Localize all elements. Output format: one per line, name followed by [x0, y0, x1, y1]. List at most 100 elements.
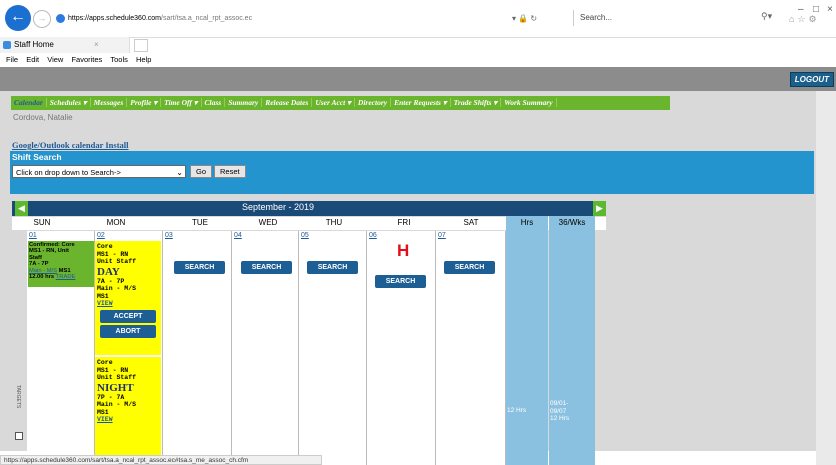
- date-link-04[interactable]: 04: [234, 232, 242, 239]
- cal-day-sat-07: 07 SEARCH: [436, 231, 506, 465]
- nav-directory[interactable]: Directory: [354, 98, 392, 107]
- cal-day-fri-06: 06 H SEARCH: [367, 231, 436, 465]
- trade-link[interactable]: TRADE: [56, 274, 76, 280]
- night-shift-card: Core MS1 - RN Unit Staff NIGHT 7P - 7A M…: [95, 357, 161, 465]
- go-button[interactable]: Go: [190, 165, 213, 178]
- menu-favorites[interactable]: Favorites: [71, 55, 102, 64]
- week-hrs-column: 36/Wks 09/01- 09/07 12 Hrs: [549, 216, 595, 465]
- calendar-header: ◀ September - 2019 ▶: [12, 201, 606, 216]
- day-time: 7A - 7P: [97, 277, 125, 285]
- menu-help[interactable]: Help: [136, 55, 151, 64]
- week-range-end: 09/07: [550, 407, 567, 415]
- url-controls[interactable]: ▾ 🔒 ↻: [512, 11, 537, 27]
- user-name: Cordova, Natalie: [13, 113, 73, 122]
- nav-trade-shifts[interactable]: Trade Shifts ▾: [450, 98, 502, 107]
- search-button-thu[interactable]: SEARCH: [307, 261, 358, 274]
- date-link-03[interactable]: 03: [165, 232, 173, 239]
- day-36wks: 36/Wks: [558, 218, 586, 227]
- nav-profile[interactable]: Profile ▾: [127, 98, 162, 107]
- logout-button[interactable]: LOGOUT: [789, 72, 834, 87]
- menu-tools[interactable]: Tools: [110, 55, 128, 64]
- night-unit: MS1: [97, 408, 109, 416]
- forward-arrow-icon[interactable]: →: [33, 10, 51, 28]
- day-wed: WED: [258, 218, 278, 227]
- accept-button[interactable]: ACCEPT: [100, 309, 156, 323]
- tab-close-icon[interactable]: ×: [94, 37, 99, 53]
- url-host: https://apps.schedule360.com: [68, 15, 162, 22]
- url-field[interactable]: https://apps.schedule360.com/sart/tsa.a_…: [68, 11, 252, 27]
- browser-menubar: File Edit View Favorites Tools Help: [0, 53, 836, 67]
- day-sun: SUN: [33, 218, 51, 227]
- day-mon: MON: [106, 218, 126, 227]
- nav-calendar[interactable]: Calendar: [11, 98, 47, 107]
- menu-edit[interactable]: Edit: [26, 55, 39, 64]
- page-scrollbar[interactable]: [816, 91, 836, 465]
- day-tue: TUE: [192, 218, 208, 227]
- search-button-fri[interactable]: SEARCH: [375, 275, 426, 288]
- shift-search-select-value: Click on drop down to Search->: [16, 168, 121, 177]
- day-loc: Main - M/S: [97, 285, 137, 292]
- abort-button[interactable]: ABORT: [100, 324, 156, 338]
- day-shift-name: DAY: [97, 265, 120, 278]
- page-content: LOGOUT Calendar Schedules ▾ Messages Profil…: [0, 67, 836, 465]
- search-button-tue[interactable]: SEARCH: [174, 261, 225, 274]
- chevron-down-icon: ⌄: [176, 168, 183, 177]
- date-link-01[interactable]: 01: [29, 232, 37, 239]
- cal-day-wed-04: 04 SEARCH: [232, 231, 299, 465]
- cal-day-tue-03: 03 SEARCH: [163, 231, 232, 465]
- search-button-sat[interactable]: SEARCH: [444, 261, 495, 274]
- search-button-wed[interactable]: SEARCH: [241, 261, 292, 274]
- tab-favicon-icon: [3, 41, 11, 49]
- night-view-link[interactable]: VIEW: [97, 416, 159, 424]
- nav-summary[interactable]: Summary: [225, 98, 263, 107]
- reset-button[interactable]: Reset: [214, 165, 246, 178]
- nav-time-off[interactable]: Time Off ▾: [161, 98, 202, 107]
- holiday-mark: H: [397, 241, 410, 260]
- browser-tab-strip: Staff Home ×: [0, 37, 836, 53]
- conf-location-link[interactable]: Main - M/S: [29, 268, 57, 274]
- back-arrow-icon[interactable]: ←: [5, 5, 31, 31]
- browser-search-input[interactable]: Search...: [573, 10, 780, 26]
- shift-search-select[interactable]: Click on drop down to Search-> ⌄: [12, 165, 186, 178]
- date-link-06[interactable]: 06: [369, 232, 377, 239]
- day-l2: MS1 - RN: [97, 250, 129, 258]
- new-tab-icon[interactable]: [134, 39, 148, 52]
- shift-search-panel: Shift Search Click on drop down to Searc…: [10, 151, 814, 194]
- nav-work-summary[interactable]: Work Summary: [501, 98, 557, 107]
- nav-user-acct[interactable]: User Acct ▾: [312, 98, 355, 107]
- targets-checkbox[interactable]: [15, 432, 23, 440]
- shift-search-title: Shift Search: [12, 152, 62, 162]
- tab-staff-home[interactable]: Staff Home ×: [0, 37, 130, 53]
- date-link-05[interactable]: 05: [301, 232, 309, 239]
- targets-label: TARGETS: [14, 385, 22, 410]
- cal-day-mon-02: 02 Core MS1 - RN Unit Staff DAY 7A - 7P …: [95, 231, 163, 465]
- week-range-start: 09/01-: [550, 400, 569, 407]
- toolbar-icons[interactable]: ⌂☆⚙: [789, 14, 820, 25]
- site-favicon-icon: [56, 14, 65, 23]
- google-calendar-link[interactable]: Google/Outlook calendar Install: [12, 140, 129, 150]
- search-icon[interactable]: ⚲▾: [761, 11, 772, 22]
- prev-month-icon[interactable]: ◀: [15, 201, 28, 216]
- day-l3: Unit Staff: [97, 258, 137, 265]
- nav-class[interactable]: Class: [201, 98, 226, 107]
- nav-schedules[interactable]: Schedules ▾: [46, 98, 91, 107]
- menu-file[interactable]: File: [6, 55, 18, 64]
- nav-release-dates[interactable]: Release Dates: [262, 98, 313, 107]
- night-l1: Core: [97, 359, 113, 366]
- close-icon[interactable]: ×: [827, 4, 833, 15]
- targets-text: TARGETS: [15, 385, 21, 409]
- date-link-07[interactable]: 07: [438, 232, 446, 239]
- date-link-02[interactable]: 02: [97, 232, 105, 239]
- night-loc: Main - M/S: [97, 401, 137, 408]
- night-shift-name: NIGHT: [97, 381, 134, 394]
- conf-unit: MS1: [58, 267, 71, 274]
- nav-messages[interactable]: Messages: [90, 98, 128, 107]
- cal-day-sun-01: 01 Confirmed: Core MS1 - RN, Unit Staff …: [27, 231, 95, 465]
- menu-view[interactable]: View: [47, 55, 63, 64]
- day-view-link[interactable]: VIEW: [97, 300, 159, 308]
- day-l1: Core: [97, 243, 113, 250]
- nav-enter-requests[interactable]: Enter Requests ▾: [391, 98, 451, 107]
- day-thu: THU: [325, 218, 343, 227]
- next-month-icon[interactable]: ▶: [593, 201, 606, 216]
- main-nav: Calendar Schedules ▾ Messages Profile ▾ Time…: [11, 96, 670, 110]
